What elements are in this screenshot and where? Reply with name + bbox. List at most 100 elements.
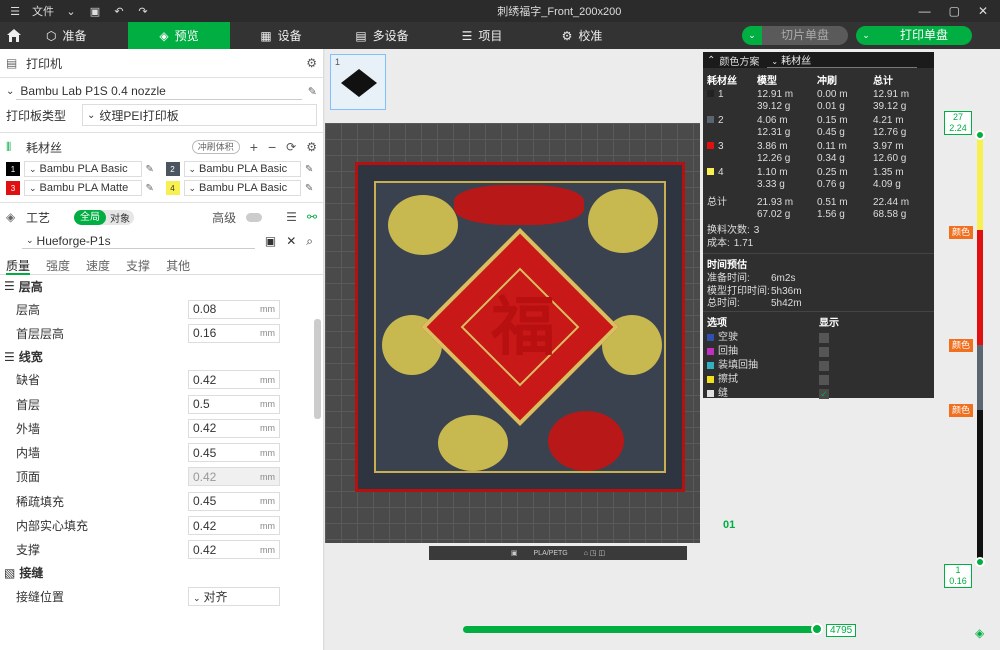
option-label: 装填回抽 — [718, 359, 758, 371]
param-label: 支撑 — [16, 543, 41, 558]
filament-item-3[interactable]: 3 ⌄ Bambu PLA Matte ✎ — [6, 180, 158, 196]
option-checkbox[interactable] — [819, 360, 829, 371]
tab-device[interactable]: ▦ 设备 — [230, 22, 332, 49]
filament-item-2[interactable]: 2 ⌄ Bambu PLA Basic ✎ — [165, 161, 318, 177]
edit-icon[interactable]: ✎ — [146, 183, 158, 194]
table-cell: 1.35 m 4.09 g — [873, 167, 933, 191]
param-input-layer-height[interactable]: 0.08 mm — [188, 299, 280, 319]
tab-strength[interactable]: 强度 — [46, 257, 70, 275]
close-icon[interactable]: ✕ — [286, 234, 296, 248]
sliced-model[interactable]: 福 — [355, 162, 685, 492]
filament-select-4[interactable]: ⌄ Bambu PLA Basic — [183, 180, 301, 196]
menu-icon[interactable]: ☰ — [8, 4, 22, 18]
list-icon[interactable]: ☰ — [286, 210, 297, 224]
print-plate-button[interactable]: ⌄ 打印单盘 — [856, 26, 972, 45]
tab-project[interactable]: ☰ 项目 — [432, 22, 532, 49]
color-scheme-select[interactable]: ⌄ 耗材丝 — [767, 52, 918, 68]
filament-select-1[interactable]: ⌄ Bambu PLA Basic — [24, 161, 142, 177]
tab-prepare[interactable]: ⬡ 准备 — [28, 22, 128, 49]
filament-swatch-2[interactable]: 2 — [165, 162, 180, 176]
color-swatch — [707, 142, 714, 149]
save-icon[interactable]: ▣ — [265, 234, 276, 248]
chevron-down-icon[interactable]: ⌄ — [64, 4, 78, 18]
param-input-internal-solid-infill[interactable]: 0.42 mm — [188, 516, 280, 536]
param-input-outer-wall[interactable]: 0.42 mm — [188, 418, 280, 438]
filament-item-1[interactable]: 1 ⌄ Bambu PLA Basic ✎ — [6, 161, 158, 177]
toggle-object[interactable]: 对象 — [106, 210, 134, 225]
printer-select[interactable]: ⌄ Bambu Lab P1S 0.4 nozzle ✎ — [6, 82, 317, 100]
slider-bottom-handle[interactable] — [975, 557, 985, 567]
home-icon[interactable] — [0, 28, 28, 43]
collapse-icon[interactable]: ⌃ — [707, 55, 715, 66]
minimize-button[interactable]: — — [919, 4, 931, 18]
settings-scrollbar[interactable] — [314, 319, 321, 419]
tab-calibrate[interactable]: ⚙ 校准 — [532, 22, 632, 49]
param-input-default[interactable]: 0.42 mm — [188, 370, 280, 390]
param-input-first-layer[interactable]: 0.5 mm — [188, 394, 280, 414]
filament-swatch-4[interactable]: 4 — [165, 181, 180, 195]
tab-quality[interactable]: 质量 — [6, 257, 31, 275]
tab-preview[interactable]: ◈ 预览 — [128, 22, 230, 49]
value: 3.86 m — [757, 141, 788, 152]
filament-item-4[interactable]: 4 ⌄ Bambu PLA Basic ✎ — [165, 180, 318, 196]
param-select-seam-position[interactable]: ⌄ 对齐 — [188, 586, 280, 606]
advanced-switch[interactable] — [246, 212, 263, 222]
tab-speed[interactable]: 速度 — [86, 257, 110, 275]
color-change-tag[interactable]: 颜色 — [949, 404, 973, 417]
flush-volume-button[interactable]: 冲刷体积 — [191, 140, 240, 154]
undo-icon[interactable]: ↶ — [112, 4, 126, 18]
filament-select-3[interactable]: ⌄ Bambu PLA Matte — [24, 180, 142, 196]
move-slider[interactable] — [463, 623, 823, 635]
print-dropdown-icon[interactable]: ⌄ — [856, 26, 876, 45]
changes-value: 3 — [753, 225, 760, 236]
gear-icon[interactable]: ⚙ — [306, 140, 317, 154]
filament-select-2[interactable]: ⌄ Bambu PLA Basic — [183, 161, 301, 177]
layer-slider[interactable] — [975, 130, 985, 567]
search-icon[interactable]: ⌕ — [306, 234, 313, 249]
param-unit: mm — [260, 544, 275, 555]
move-slider-value: 4795 — [826, 624, 857, 637]
redo-icon[interactable]: ↷ — [136, 4, 150, 18]
close-button[interactable]: ✕ — [978, 4, 988, 18]
option-checkbox[interactable] — [819, 332, 829, 343]
tab-multi-device[interactable]: ▤ 多设备 — [332, 22, 432, 49]
edit-icon[interactable]: ✎ — [305, 164, 317, 175]
slice-plate-button[interactable]: ⌄ 切片单盘 — [742, 26, 848, 45]
value: 1.56 g — [817, 209, 845, 220]
add-icon[interactable]: + — [250, 139, 258, 155]
file-menu[interactable]: 文件 — [32, 3, 54, 19]
layers-icon[interactable]: ◈ — [975, 626, 984, 640]
option-checkbox-checked[interactable]: ✓ — [819, 388, 829, 399]
sync-icon[interactable]: ⟳ — [286, 140, 296, 154]
maximize-button[interactable]: ▢ — [949, 4, 960, 18]
toggle-global[interactable]: 全局 — [74, 209, 107, 225]
option-checkbox[interactable] — [819, 346, 829, 357]
option-checkbox[interactable] — [819, 374, 829, 385]
filament-swatch-1[interactable]: 1 — [6, 162, 20, 176]
param-input-support[interactable]: 0.42 mm — [188, 540, 280, 560]
compare-icon[interactable]: ⚯ — [307, 210, 317, 224]
color-change-tag[interactable]: 颜色 — [949, 226, 973, 239]
param-input-inner-wall[interactable]: 0.45 mm — [188, 443, 280, 463]
color-change-tag[interactable]: 颜色 — [949, 339, 973, 352]
edit-icon[interactable]: ✎ — [146, 164, 158, 175]
param-input-first-layer-height[interactable]: 0.16 mm — [188, 323, 280, 343]
process-preset-select[interactable]: ⌄ Hueforge-P1s — [22, 233, 255, 249]
plate-type-select[interactable]: ⌄ 纹理PEI打印板 — [82, 104, 317, 126]
slider-top-handle[interactable] — [975, 130, 985, 140]
edit-icon[interactable]: ✎ — [305, 183, 317, 194]
move-slider-handle[interactable] — [811, 623, 823, 635]
printer-name[interactable]: Bambu Lab P1S 0.4 nozzle — [16, 82, 302, 100]
remove-icon[interactable]: − — [268, 139, 276, 155]
tab-other[interactable]: 其他 — [166, 257, 190, 275]
slice-dropdown-icon[interactable]: ⌄ — [742, 26, 762, 45]
edit-icon[interactable]: ✎ — [308, 85, 317, 98]
plate-thumbnail[interactable]: 1 — [330, 54, 386, 110]
filament-swatch-3[interactable]: 3 — [6, 181, 20, 195]
gear-icon[interactable]: ⚙ — [306, 56, 317, 70]
color-scheme-header[interactable]: ⌃ 颜色方案 ⌄ 耗材丝 — [703, 52, 934, 68]
save-icon[interactable]: ▣ — [88, 4, 102, 18]
global-object-toggle[interactable]: 全局 对象 — [74, 209, 135, 225]
tab-support[interactable]: 支撑 — [126, 257, 150, 275]
param-input-sparse-infill[interactable]: 0.45 mm — [188, 491, 280, 511]
